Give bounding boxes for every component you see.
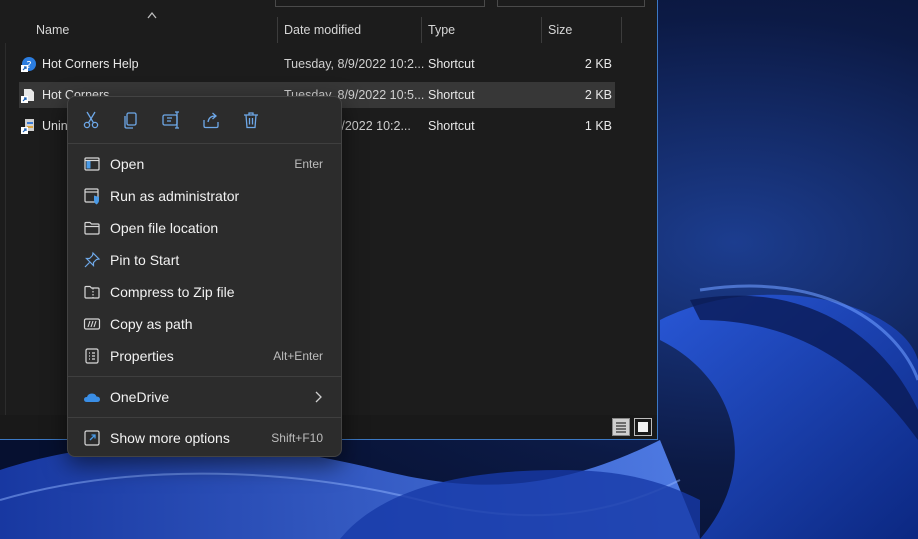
context-menu: Open Enter Run as administrator Open fil… [67, 96, 342, 457]
column-size[interactable]: Size [548, 17, 572, 43]
delete-button[interactable] [240, 109, 262, 131]
file-type: Shortcut [428, 57, 475, 71]
file-size: 1 KB [584, 119, 612, 133]
column-type[interactable]: Type [428, 17, 455, 43]
menu-item-label: Pin to Start [110, 252, 180, 268]
menu-item-shortcut: Shift+F10 [271, 431, 323, 445]
menu-item-label: Properties [110, 348, 174, 364]
copy-icon [124, 112, 137, 129]
menu-item-open[interactable]: Open Enter [72, 149, 337, 179]
menu-item-properties[interactable]: Properties Alt+Enter [72, 341, 337, 371]
help-shortcut-icon: ? [21, 57, 36, 72]
rename-icon [162, 111, 179, 129]
menu-item-label: Show more options [110, 430, 230, 446]
uninstall-icon [21, 119, 34, 134]
quick-actions-bar [68, 97, 341, 143]
menu-item-shortcut: Enter [294, 157, 323, 171]
show-more-icon [83, 429, 101, 447]
shield-run-icon [83, 187, 101, 205]
menu-item-label: Compress to Zip file [110, 284, 235, 300]
share-icon [203, 112, 219, 129]
chevron-right-icon [315, 391, 322, 403]
zip-folder-icon [83, 283, 101, 301]
menu-item-compress-to-zip[interactable]: Compress to Zip file [72, 277, 337, 307]
column-separator[interactable] [277, 17, 278, 43]
properties-icon [83, 347, 101, 365]
menu-item-pin-to-start[interactable]: Pin to Start [72, 245, 337, 275]
file-date: Tuesday, 8/9/2022 10:2... [284, 57, 425, 71]
share-button[interactable] [200, 109, 222, 131]
open-icon [83, 155, 101, 173]
column-separator[interactable] [541, 17, 542, 43]
shortcut-icon [21, 89, 34, 103]
details-view-button[interactable] [612, 418, 630, 436]
pin-icon [83, 251, 101, 269]
copy-path-icon [83, 315, 101, 333]
menu-item-onedrive[interactable]: OneDrive [72, 382, 337, 412]
onedrive-icon [83, 388, 101, 406]
menu-item-show-more-options[interactable]: Show more options Shift+F10 [72, 423, 337, 453]
file-row[interactable]: ? Hot Corners Help Tuesday, 8/9/2022 10:… [19, 51, 615, 77]
file-type: Shortcut [428, 88, 475, 102]
menu-divider [68, 417, 341, 418]
menu-item-label: OneDrive [110, 389, 170, 405]
column-separator[interactable] [421, 17, 422, 43]
menu-item-shortcut: Alt+Enter [273, 349, 323, 363]
column-header: Name Date modified Type Size [0, 11, 657, 43]
sort-ascending-icon [147, 11, 157, 19]
search-box-edge [497, 0, 645, 7]
copy-button[interactable] [120, 109, 142, 131]
file-name: Unin [42, 119, 68, 133]
menu-item-label: Open file location [110, 220, 219, 236]
details-view-icon [616, 422, 626, 433]
file-type: Shortcut [428, 119, 475, 133]
file-size: 2 KB [584, 57, 612, 71]
navigation-pane-edge [0, 43, 6, 415]
menu-item-label: Open [110, 156, 145, 172]
menu-item-label: Copy as path [110, 316, 193, 332]
scissors-icon [83, 111, 99, 129]
folder-icon [83, 219, 101, 237]
menu-item-open-file-location[interactable]: Open file location [72, 213, 337, 243]
large-icons-view-button[interactable] [634, 418, 652, 436]
large-icons-view-icon [638, 422, 648, 432]
cut-button[interactable] [80, 109, 102, 131]
menu-item-run-as-administrator[interactable]: Run as administrator [72, 181, 337, 211]
menu-divider [68, 376, 341, 377]
rename-button[interactable] [160, 109, 182, 131]
menu-item-label: Run as administrator [110, 188, 240, 204]
menu-divider [68, 143, 341, 144]
address-bar-edge [275, 0, 485, 7]
trash-icon [244, 112, 258, 129]
file-name: Hot Corners Help [42, 57, 139, 71]
file-size: 2 KB [584, 88, 612, 102]
column-separator[interactable] [621, 17, 622, 43]
column-date-modified[interactable]: Date modified [284, 17, 361, 43]
menu-item-copy-as-path[interactable]: Copy as path [72, 309, 337, 339]
column-name[interactable]: Name [36, 17, 69, 43]
